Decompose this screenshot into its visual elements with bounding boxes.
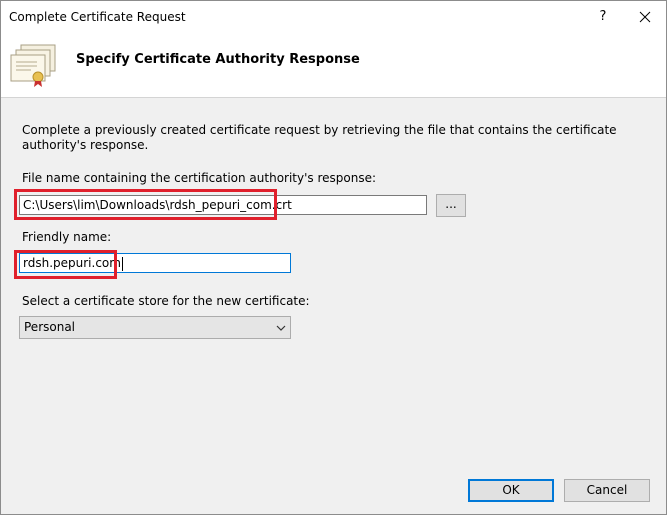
friendly-name-label: Friendly name: (22, 230, 112, 244)
close-button[interactable] (631, 5, 659, 29)
friendly-name-input[interactable]: rdsh.pepuri.com (19, 253, 291, 273)
certificate-store-value: Personal (24, 320, 76, 334)
file-name-label: File name containing the certification a… (22, 171, 377, 185)
page-title: Specify Certificate Authority Response (76, 52, 360, 67)
ok-button[interactable]: OK (468, 479, 554, 502)
close-icon (639, 11, 651, 23)
window-title: Complete Certificate Request (9, 10, 186, 24)
browse-button[interactable]: ... (436, 194, 466, 217)
certificate-store-select[interactable]: Personal (19, 316, 291, 339)
description-text: Complete a previously created certificat… (22, 123, 617, 152)
file-name-input[interactable]: C:\Users\lim\Downloads\rdsh_pepuri_com.c… (19, 195, 427, 215)
certificate-store-label: Select a certificate store for the new c… (22, 294, 310, 308)
cancel-button[interactable]: Cancel (564, 479, 650, 502)
certificate-icon (7, 41, 59, 92)
title-bar: Complete Certificate Request ? (1, 1, 666, 33)
wizard-header: Specify Certificate Authority Response (1, 33, 666, 98)
dialog-window: Complete Certificate Request ? Specify C… (0, 0, 667, 515)
help-button[interactable]: ? (589, 5, 617, 29)
chevron-down-icon (276, 322, 286, 336)
friendly-name-value: rdsh.pepuri.com (23, 256, 121, 270)
text-cursor (121, 256, 123, 271)
